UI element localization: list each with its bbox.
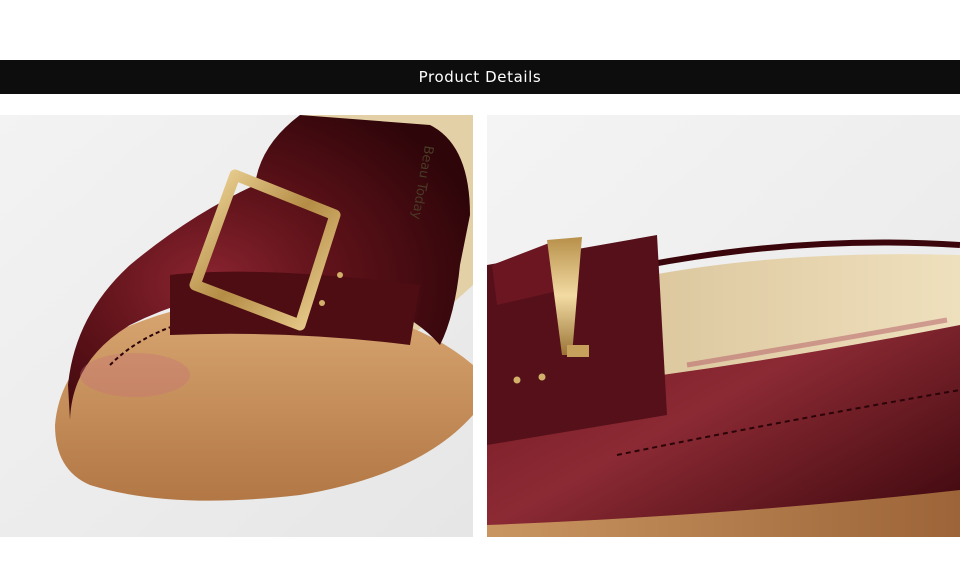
shoe-toe-illustration: Beau Today bbox=[0, 115, 473, 537]
product-photo-side-closeup bbox=[487, 115, 960, 537]
section-header-bar: Product Details bbox=[0, 60, 960, 94]
product-photo-toe-closeup: Beau Today bbox=[0, 115, 473, 537]
section-title: Product Details bbox=[418, 68, 542, 86]
shoe-side-illustration bbox=[487, 115, 960, 537]
product-details-page: Product Details Beau Today bbox=[0, 0, 960, 566]
